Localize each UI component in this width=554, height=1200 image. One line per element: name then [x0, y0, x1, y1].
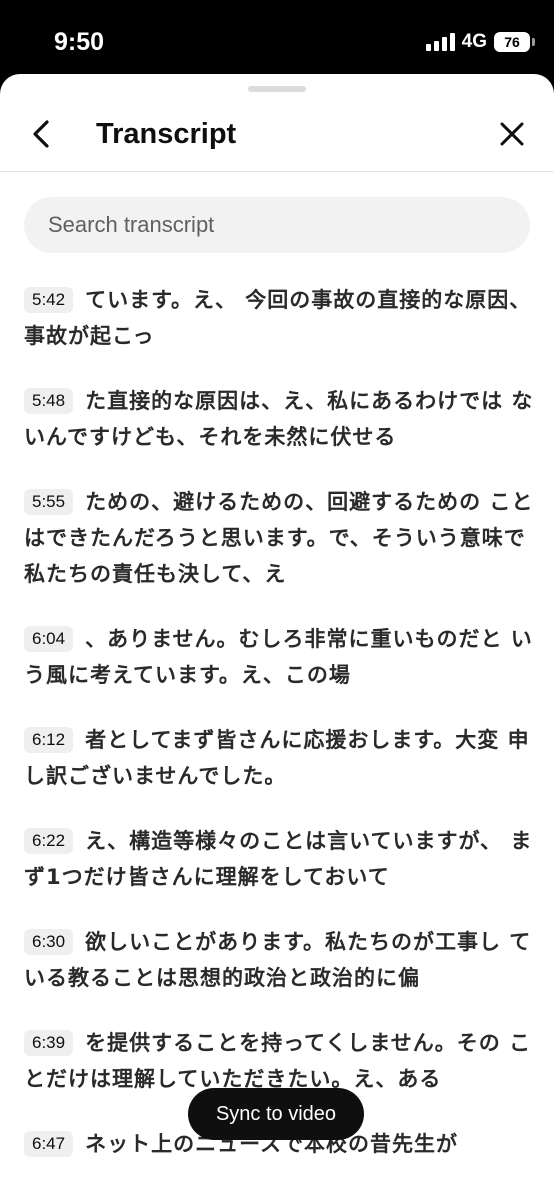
segment-timestamp[interactable]: 5:42 — [24, 287, 74, 313]
status-bar: 9:50 4G 76 — [0, 0, 554, 74]
status-indicators: 4G 76 — [425, 31, 535, 53]
transcript-header: Transcript — [0, 98, 554, 172]
segment-body: 6:39 を提供することを持ってくしません。その ことだけは理解していただきたい。… — [24, 1025, 534, 1097]
segment-body: 5:42 ています。え、 今回の事故の直接的な原因、事故が起こっ — [24, 282, 534, 354]
status-time: 9:50 — [54, 28, 105, 56]
segment-text: え、構造等様々のことは言いていますが、 まず1つだけ皆さんに理解をしておいて — [24, 829, 533, 889]
transcript-segment[interactable]: 6:39 を提供することを持ってくしません。その ことだけは理解していただきたい。… — [24, 1025, 534, 1097]
segment-timestamp[interactable]: 6:47 — [24, 1131, 74, 1157]
segment-timestamp[interactable]: 6:04 — [24, 626, 74, 652]
transcript-segment[interactable]: 6:12 者としてまず皆さんに応援おします。大変 申し訳ございませんでした。 — [24, 722, 534, 794]
network-type: 4G — [461, 31, 487, 52]
segment-body: 6:22 え、構造等様々のことは言いていますが、 まず1つだけ皆さんに理解をしてお… — [24, 823, 534, 895]
segment-timestamp[interactable]: 6:30 — [24, 929, 74, 955]
battery-icon: 76 — [494, 32, 535, 52]
transcript-segment[interactable]: 6:30 欲しいことがあります。私たちのが工事し ている教ることは思想的政治と政治… — [24, 924, 534, 996]
segment-timestamp[interactable]: 6:12 — [24, 727, 74, 753]
transcript-sheet: Transcript 5:42ています。え、 今回の事故の直接的な原因、事故が起… — [0, 74, 554, 1200]
sync-to-video-button[interactable]: Sync to video — [188, 1088, 364, 1140]
segment-timestamp[interactable]: 6:22 — [24, 828, 74, 854]
segment-text: を提供することを持ってくしません。その ことだけは理解していただきたい。え、ある — [24, 1031, 532, 1091]
transcript-segment[interactable]: 5:48 た直接的な原因は、え、私にあるわけでは ないんですけども、それを未然に伏… — [24, 383, 534, 455]
close-icon — [500, 122, 524, 146]
back-button[interactable] — [24, 116, 60, 152]
segment-body: 6:30 欲しいことがあります。私たちのが工事し ている教ることは思想的政治と政治… — [24, 924, 534, 996]
transcript-segment[interactable]: 6:04 、ありません。むしろ非常に重いものだと いう風に考えています。え、この場 — [24, 621, 534, 693]
sheet-grabber[interactable] — [248, 86, 306, 92]
segment-timestamp[interactable]: 5:48 — [24, 388, 74, 414]
close-button[interactable] — [496, 118, 528, 150]
segment-text: 欲しいことがあります。私たちのが工事し ている教ることは思想的政治と政治的に偏 — [24, 930, 532, 990]
segment-text: ています。え、 今回の事故の直接的な原因、事故が起こっ — [24, 288, 532, 348]
transcript-segment[interactable]: 6:22 え、構造等様々のことは言いていますが、 まず1つだけ皆さんに理解をしてお… — [24, 823, 534, 895]
segment-body: 6:04 、ありません。むしろ非常に重いものだと いう風に考えています。え、この場 — [24, 621, 534, 693]
page-title: Transcript — [96, 118, 237, 150]
signal-icon — [425, 33, 455, 51]
transcript-list: 5:42 ています。え、 今回の事故の直接的な原因、事故が起こっ 5:48 た直接的な… — [24, 282, 534, 1191]
segment-text: た直接的な原因は、え、私にあるわけでは ないんですけども、それを未然に伏せる — [24, 389, 534, 449]
transcript-segment[interactable]: 5:55 ための、避けるための、回避するための ことはできたんだろうと思います。で… — [24, 484, 534, 592]
chevron-left-icon — [33, 120, 49, 148]
transcript-segment[interactable]: 5:42 ています。え、 今回の事故の直接的な原因、事故が起こっ — [24, 282, 534, 354]
segment-body: 6:12 者としてまず皆さんに応援おします。大変 申し訳ございませんでした。 — [24, 722, 534, 794]
segment-text: ための、避けるための、回避するための ことはできたんだろうと思います。で、そうい… — [24, 490, 534, 586]
segment-timestamp[interactable]: 6:39 — [24, 1030, 74, 1056]
segment-body: 5:48 た直接的な原因は、え、私にあるわけでは ないんですけども、それを未然に伏… — [24, 383, 534, 455]
segment-body: 5:55 ための、避けるための、回避するための ことはできたんだろうと思います。で… — [24, 484, 534, 592]
segment-timestamp[interactable]: 5:55 — [24, 489, 74, 515]
search-input[interactable] — [24, 197, 530, 253]
segment-text: 者としてまず皆さんに応援おします。大変 申し訳ございませんでした。 — [24, 728, 530, 788]
segment-text: 、ありません。むしろ非常に重いものだと いう風に考えています。え、この場 — [24, 627, 533, 687]
